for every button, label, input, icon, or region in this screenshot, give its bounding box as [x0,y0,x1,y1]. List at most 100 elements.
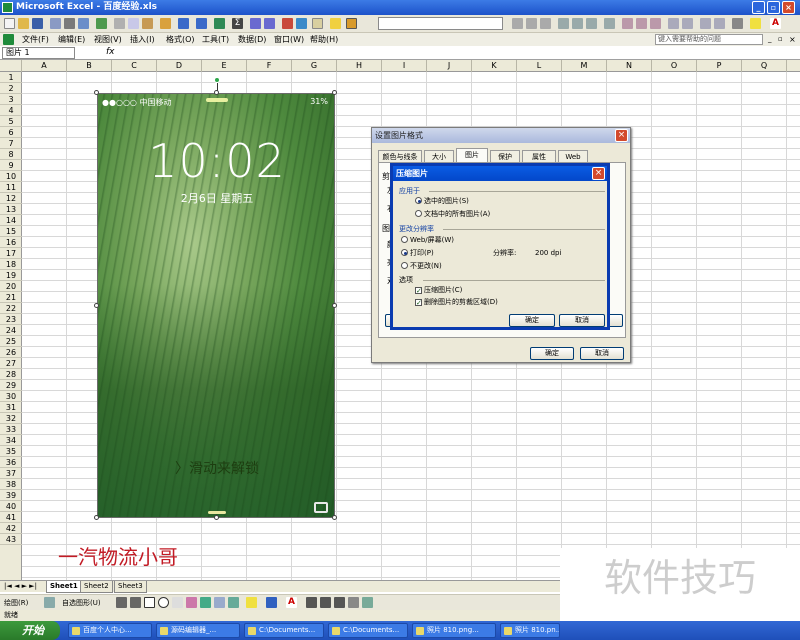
row-header[interactable]: 36 [0,457,22,468]
close-button[interactable]: × [782,1,795,14]
apply-all-option[interactable]: 文档中的所有图片(A) [415,210,490,219]
sheet-tab-1[interactable]: Sheet1 [46,581,82,593]
paste-icon[interactable] [142,18,153,29]
row-header[interactable]: 14 [0,215,22,226]
chart-wizard-icon[interactable] [282,18,293,29]
decrease-decimal-icon[interactable] [682,18,693,29]
rotate-handle[interactable] [214,77,220,83]
row-header[interactable]: 25 [0,336,22,347]
sheet-tab-2[interactable]: Sheet2 [80,581,113,593]
help-icon[interactable] [330,18,341,29]
row-header[interactable]: 8 [0,149,22,160]
resize-handle-se[interactable] [332,515,337,520]
row-header[interactable]: 20 [0,281,22,292]
start-button[interactable]: 开始 [0,621,60,640]
doc-close-icon[interactable]: × [789,33,796,46]
column-header[interactable]: C [112,60,157,72]
resize-handle-ne[interactable] [332,90,337,95]
row-header[interactable]: 13 [0,204,22,215]
minimize-button[interactable]: _ [752,1,765,14]
row-header[interactable]: 42 [0,523,22,534]
drawing-icon[interactable] [296,18,307,29]
column-header[interactable]: N [607,60,652,72]
spelling-icon[interactable] [96,18,107,29]
row-header[interactable]: 23 [0,314,22,325]
column-header[interactable]: B [67,60,112,72]
row-header[interactable]: 12 [0,193,22,204]
row-header[interactable]: 16 [0,237,22,248]
row-header[interactable]: 28 [0,369,22,380]
percent-icon[interactable] [636,18,647,29]
oval-icon[interactable] [158,597,169,608]
font-name-box[interactable] [378,17,503,30]
row-header[interactable]: 22 [0,303,22,314]
print-icon[interactable] [64,18,75,29]
fx-icon[interactable]: fx [106,47,115,57]
undo-icon[interactable] [178,18,189,29]
column-header[interactable]: K [472,60,517,72]
column-header[interactable]: I [382,60,427,72]
diagram-icon[interactable] [200,597,211,608]
column-header[interactable]: D [157,60,202,72]
row-header[interactable]: 31 [0,402,22,413]
increase-decimal-icon[interactable] [668,18,679,29]
copy-icon[interactable] [128,18,139,29]
italic-icon[interactable] [526,18,537,29]
row-header[interactable]: 32 [0,413,22,424]
task-photo-1[interactable]: 照片 810.png... [412,623,496,638]
sheet-nav-arrows[interactable]: |◄ ◄ ► ►| [4,582,37,590]
restore-button[interactable]: ▫ [767,1,780,14]
delete-crop-option[interactable]: ✓ 删除图片的剪裁区域(D) [415,298,498,307]
save-icon[interactable] [32,18,43,29]
sheet-tab-3[interactable]: Sheet3 [114,581,147,593]
menu-edit[interactable]: 编辑(E) [58,33,85,46]
compress-close-button[interactable]: × [592,167,605,180]
row-header[interactable]: 1 [0,72,22,83]
resize-handle-w[interactable] [94,303,99,308]
column-header[interactable]: H [337,60,382,72]
format-ok-button[interactable]: 确定 [530,347,574,360]
clipart-icon[interactable] [214,597,225,608]
sort-desc-icon[interactable] [264,18,275,29]
menu-data[interactable]: 数据(D) [238,33,266,46]
row-header[interactable]: 11 [0,182,22,193]
font-color-icon[interactable]: A [770,18,781,29]
merge-center-icon[interactable] [604,18,615,29]
column-header[interactable]: G [292,60,337,72]
fill-color-icon[interactable] [750,18,761,29]
format-picture-close-button[interactable]: × [615,129,628,142]
redo-icon[interactable] [196,18,207,29]
row-header[interactable]: 9 [0,160,22,171]
lockscreen-picture[interactable]: ●●○○○ 中国移动 31% 10:02 2月6日 星期五 〉滑动来解锁 [97,93,335,518]
row-header[interactable]: 40 [0,501,22,512]
underline-icon[interactable] [540,18,551,29]
zoom-icon[interactable] [312,18,323,29]
menu-help[interactable]: 帮助(H) [310,33,338,46]
align-left-icon[interactable] [558,18,569,29]
line-style-icon[interactable] [306,597,317,608]
res-print-option[interactable]: 打印(P) [401,249,434,258]
shadow-icon[interactable] [348,597,359,608]
resize-handle-nw[interactable] [94,90,99,95]
name-box[interactable]: 图片 1 [2,47,75,59]
row-header[interactable]: 35 [0,446,22,457]
row-header[interactable]: 18 [0,259,22,270]
wordart-icon[interactable] [186,597,197,608]
task-documents-1[interactable]: C:\Documents... [244,623,324,638]
row-header[interactable]: 33 [0,424,22,435]
currency-icon[interactable] [622,18,633,29]
row-header[interactable]: 5 [0,116,22,127]
column-header[interactable]: J [427,60,472,72]
comma-icon[interactable] [650,18,661,29]
select-objects-icon[interactable] [44,597,55,608]
column-header[interactable]: O [652,60,697,72]
column-header[interactable]: E [202,60,247,72]
compress-option[interactable]: ✓ 压缩图片(C) [415,286,462,295]
permission-icon[interactable] [50,18,61,29]
row-header[interactable]: 38 [0,479,22,490]
menu-file[interactable]: 文件(F) [22,33,49,46]
sort-asc-icon[interactable] [250,18,261,29]
autosum-icon[interactable]: Σ [232,18,243,29]
align-center-icon[interactable] [572,18,583,29]
select-all-corner[interactable] [0,60,22,72]
